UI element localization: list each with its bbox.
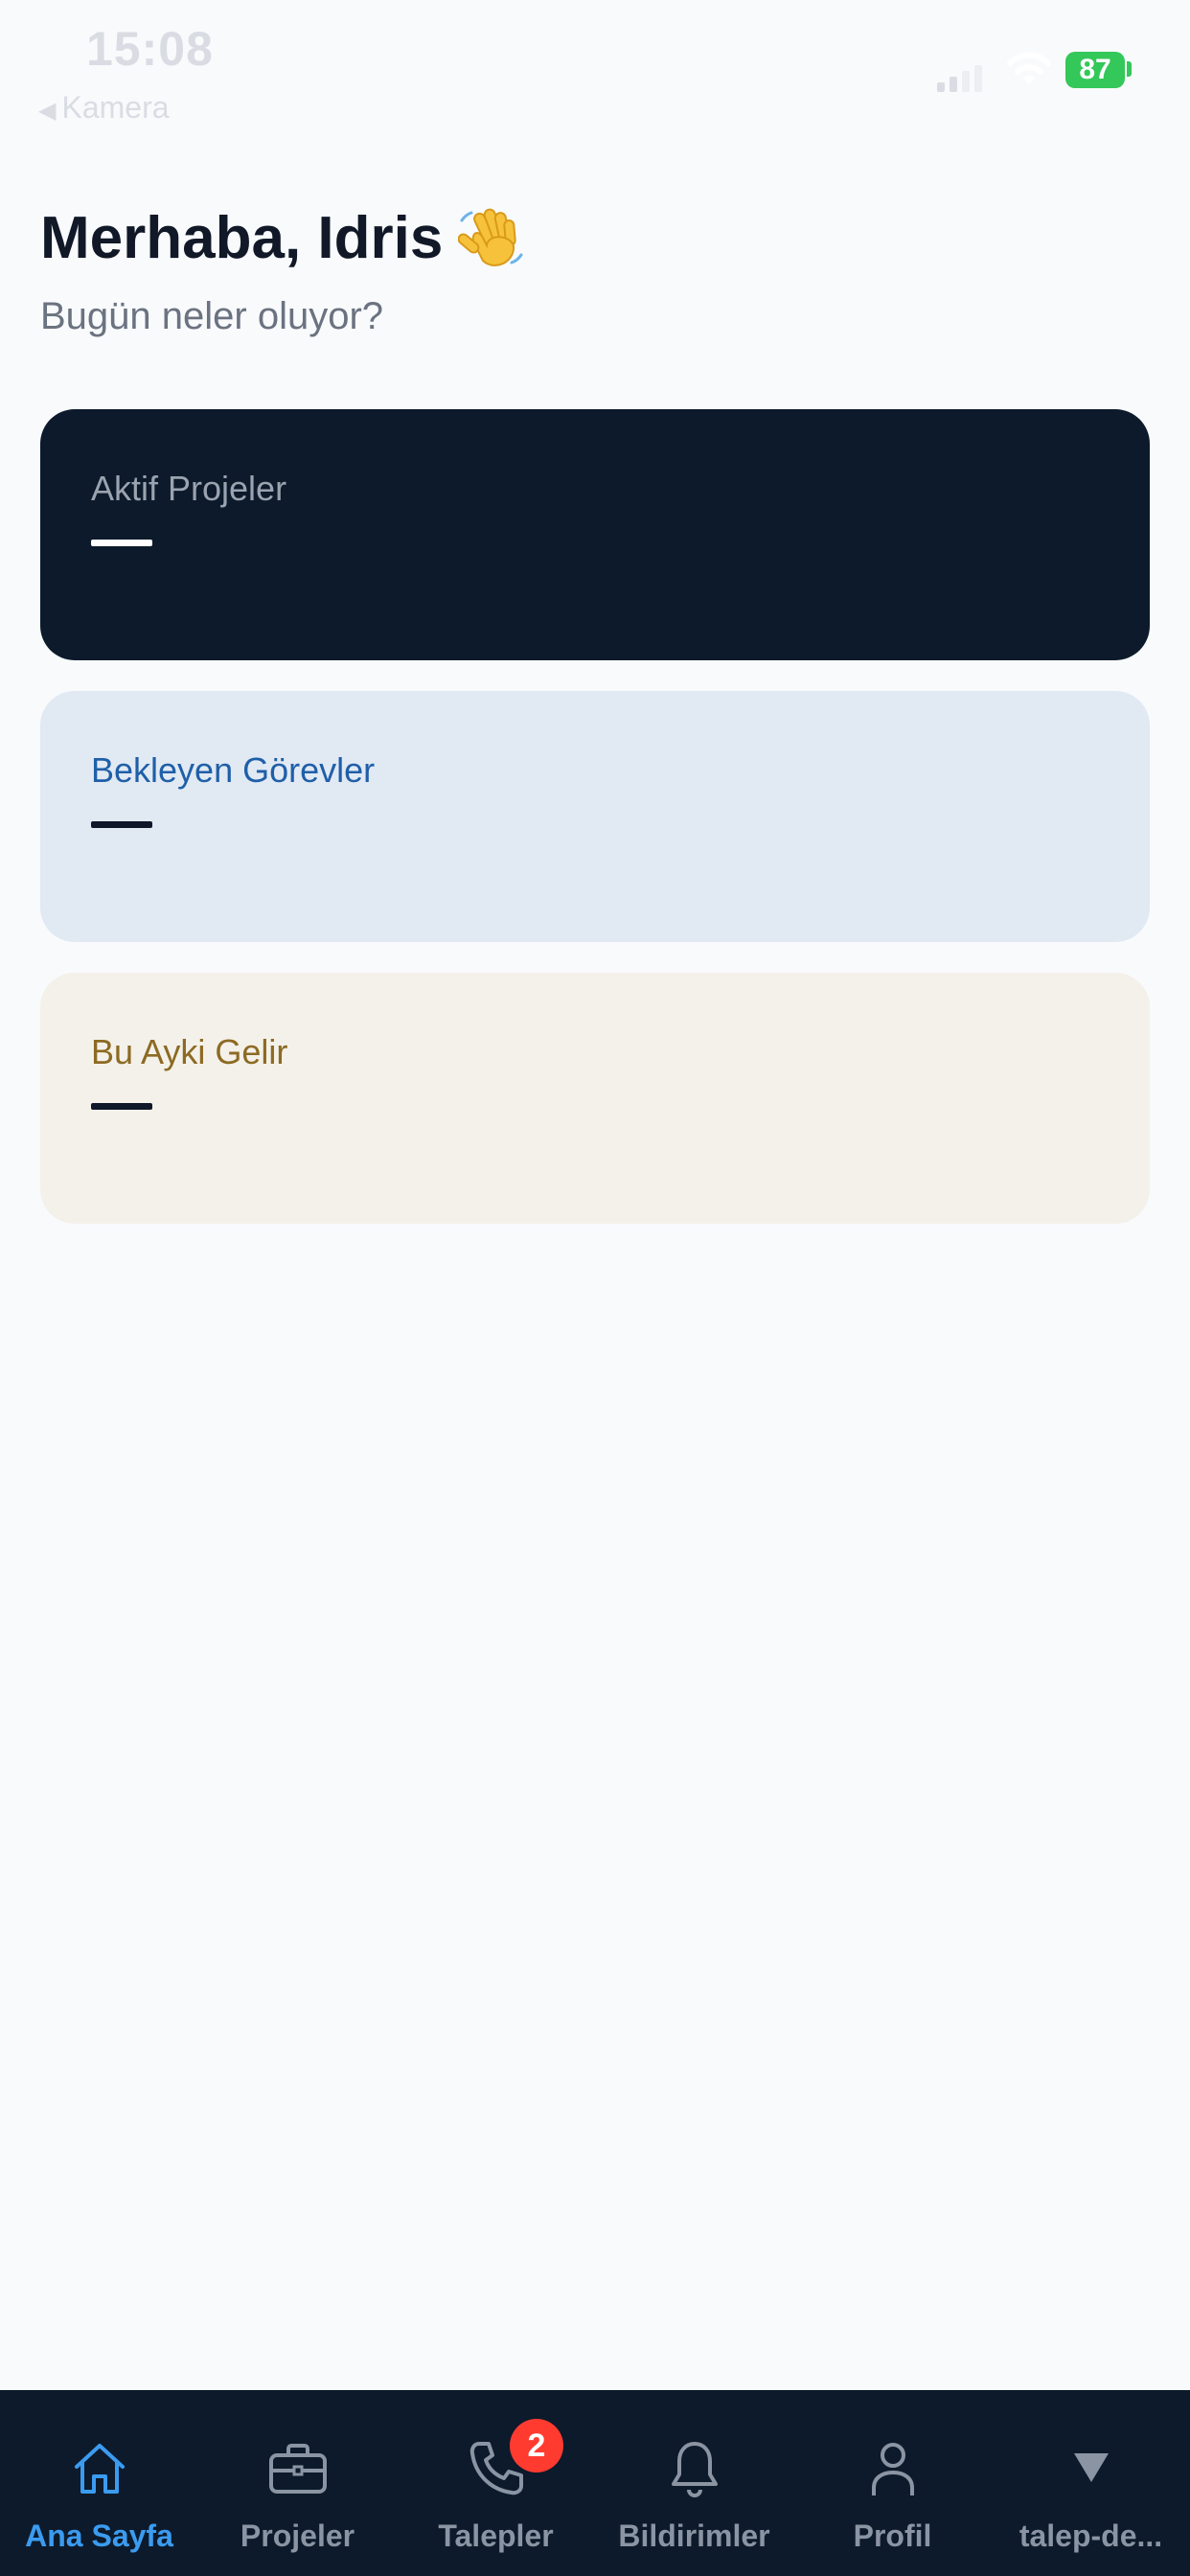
card-value-placeholder: — (91, 540, 152, 546)
tab-label: talep-de... (1018, 2518, 1163, 2553)
home-icon (74, 2444, 125, 2494)
battery-nub (1127, 61, 1132, 77)
back-to-app-link[interactable]: ◀ Kamera (38, 90, 170, 126)
tab-label: Talepler (438, 2518, 554, 2553)
tab-notifications[interactable]: Bildirimler (595, 2390, 793, 2576)
back-app-label: Kamera (61, 90, 170, 125)
status-time: 15:08 (86, 22, 214, 76)
cellular-signal-icon (937, 65, 982, 92)
active-projects-card[interactable]: Aktif Projeler — (40, 409, 1150, 660)
briefcase-icon (268, 2444, 327, 2494)
tab-projects[interactable]: Projeler (198, 2390, 397, 2576)
back-arrow-icon: ◀ (38, 98, 57, 124)
tab-request-detail[interactable]: talep-de... (992, 2390, 1190, 2576)
bell-icon (671, 2442, 718, 2497)
tab-label: Projeler (240, 2518, 355, 2553)
bottom-tab-bar: Ana Sayfa Projeler 2 Talepler Bildirimle… (0, 2390, 1190, 2576)
card-label: Bu Ayki Gelir (91, 1032, 288, 1071)
person-icon (871, 2443, 914, 2496)
battery-level: 87 (1079, 54, 1111, 85)
triangle-down-icon (1073, 2453, 1109, 2482)
tab-home[interactable]: Ana Sayfa (0, 2390, 198, 2576)
notification-badge: 2 (510, 2419, 563, 2472)
tab-label: Profil (853, 2518, 932, 2553)
card-label: Bekleyen Görevler (91, 750, 376, 790)
tab-requests[interactable]: 2 Talepler (397, 2390, 595, 2576)
waving-hand-icon (458, 208, 523, 266)
tab-label: Ana Sayfa (25, 2518, 173, 2553)
battery-indicator: 87 (1065, 52, 1125, 88)
monthly-income-card[interactable]: Bu Ayki Gelir — (40, 973, 1150, 1224)
card-value-placeholder: — (91, 821, 152, 828)
card-label: Aktif Projeler (91, 469, 287, 508)
wifi-icon (1007, 52, 1051, 84)
tab-profile[interactable]: Profil (793, 2390, 992, 2576)
status-bar: 15:08 ◀ Kamera 87 (0, 0, 1190, 134)
card-value-placeholder: — (91, 1103, 152, 1110)
page-title: Merhaba, Idris (40, 204, 444, 271)
pending-tasks-card[interactable]: Bekleyen Görevler — (40, 691, 1150, 942)
page-subtitle: Bugün neler oluyor? (40, 295, 384, 337)
greeting-row: Merhaba, Idris (40, 203, 527, 272)
tab-label: Bildirimler (618, 2518, 770, 2553)
